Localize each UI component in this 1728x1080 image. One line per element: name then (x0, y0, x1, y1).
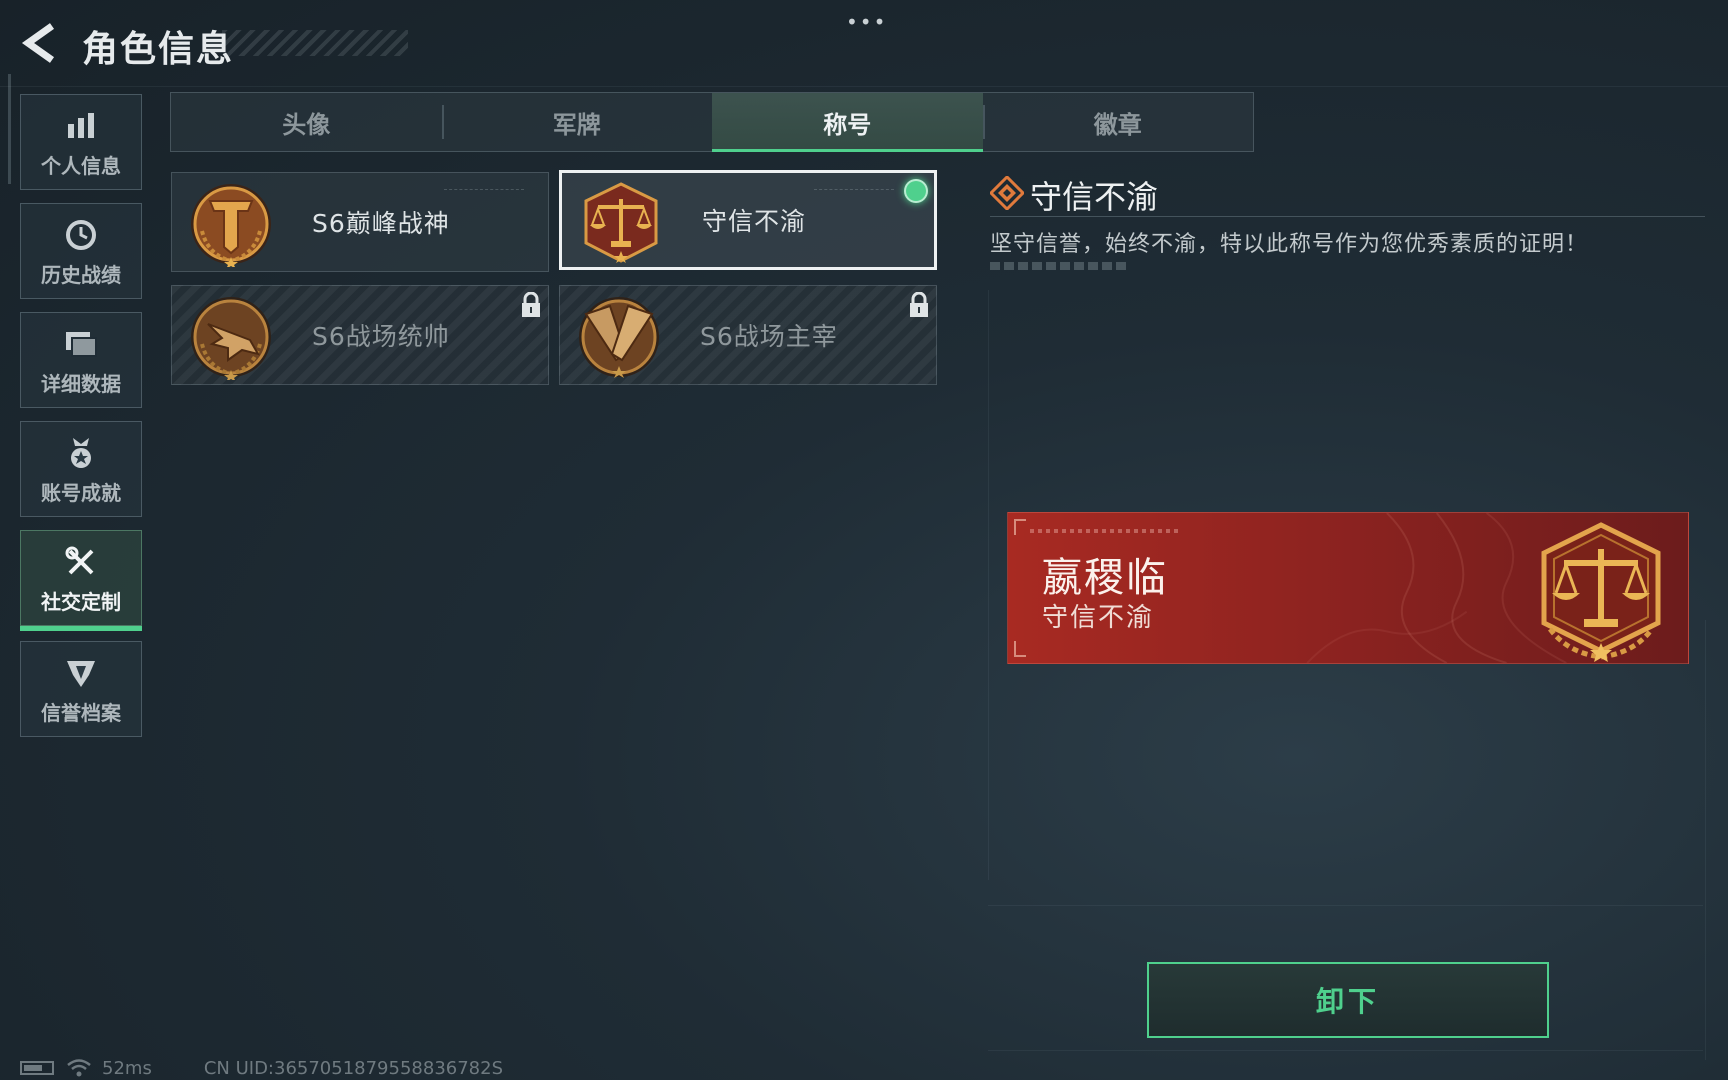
equipped-indicator-icon (904, 179, 928, 203)
title-card-s6-dominator[interactable]: S6战场主宰 (559, 285, 937, 385)
ping-readout: 52ms (102, 1057, 152, 1079)
corner-bracket (1014, 641, 1026, 657)
sidebar-item-label: 详细数据 (41, 371, 121, 396)
more-dots-icon[interactable]: ••• (846, 10, 887, 34)
title-card-name: S6战场主宰 (700, 322, 838, 351)
sidebar-item-history[interactable]: 历史战绩 (20, 203, 142, 299)
category-tabs: 头像 军牌 称号 徽章 (170, 92, 1254, 152)
unequip-button[interactable]: 卸下 (1147, 962, 1549, 1038)
wifi-icon (67, 1059, 91, 1077)
sidebar-item-label: 个人信息 (41, 153, 121, 178)
sidebar-item-label: 历史战绩 (41, 262, 121, 287)
card-decoration (814, 189, 894, 196)
title-card-name: S6巅峰战神 (312, 209, 450, 238)
tab-title[interactable]: 称号 (712, 93, 983, 152)
bar-chart-icon (61, 106, 101, 146)
crossed-blades-emblem-icon (579, 297, 659, 378)
sidebar-item-achievements[interactable]: 账号成就 (20, 421, 142, 517)
corner-bracket (1014, 519, 1026, 535)
sidebar-item-profile[interactable]: 个人信息 (20, 94, 142, 190)
justice-scales-emblem-icon (1541, 522, 1661, 662)
reputation-icon (61, 653, 101, 693)
history-clock-icon (61, 215, 101, 255)
tools-icon (61, 542, 101, 582)
tab-dogtag[interactable]: 军牌 (441, 93, 713, 151)
banner-player-name: 嬴稷临 (1042, 555, 1168, 601)
tab-avatar[interactable]: 头像 (171, 93, 442, 151)
sidebar-item-label: 账号成就 (41, 480, 121, 505)
header-bar: 角色信息 ••• (0, 0, 1728, 90)
sidebar-item-label: 社交定制 (41, 589, 121, 614)
sidebar-item-reputation[interactable]: 信誉档案 (20, 641, 142, 737)
card-decoration (444, 189, 524, 196)
sidebar-item-label: 信誉档案 (41, 700, 121, 725)
lock-icon (522, 292, 540, 317)
divider (990, 216, 1705, 217)
title-decoration (222, 30, 408, 56)
banner-title-text: 守信不渝 (1042, 603, 1155, 633)
sidebar-scrollbar[interactable] (8, 74, 11, 184)
title-card-name: 守信不渝 (702, 207, 807, 236)
battery-icon (20, 1061, 54, 1075)
medal-icon (61, 433, 101, 473)
back-button[interactable] (18, 20, 64, 66)
back-arrow-icon (21, 23, 55, 63)
banner-microtext-decoration (1030, 529, 1180, 533)
detail-subtext-decoration (990, 262, 1126, 270)
sidebar-item-details[interactable]: 详细数据 (20, 312, 142, 408)
t-shield-emblem-icon (191, 184, 271, 267)
player-uid: CN UID:3657051879558836782S (203, 1057, 504, 1079)
fighter-jet-emblem-icon (191, 297, 271, 380)
detail-description: 坚守信誉，始终不渝，特以此称号作为您优秀素质的证明！ (990, 232, 1589, 257)
justice-scales-emblem-icon (584, 182, 658, 263)
page-title: 角色信息 (82, 29, 235, 70)
lock-icon (910, 292, 928, 317)
sidebar-item-social[interactable]: 社交定制 (20, 530, 142, 631)
title-banner-preview: 嬴稷临 守信不渝 (1007, 512, 1689, 664)
status-bar: 52ms CN UID:3657051879558836782S (20, 1056, 503, 1080)
title-card-name: S6战场统帅 (312, 322, 450, 351)
title-card-s6-commander[interactable]: S6战场统帅 (171, 285, 549, 385)
folder-icon (61, 324, 101, 364)
title-card-s6-peak[interactable]: S6巅峰战神 (171, 172, 549, 272)
diamond-title-icon (990, 176, 1024, 210)
tab-badge[interactable]: 徽章 (982, 93, 1254, 151)
detail-title: 守信不渝 (1030, 178, 1159, 216)
title-card-keep-faith[interactable]: 守信不渝 (559, 170, 937, 270)
